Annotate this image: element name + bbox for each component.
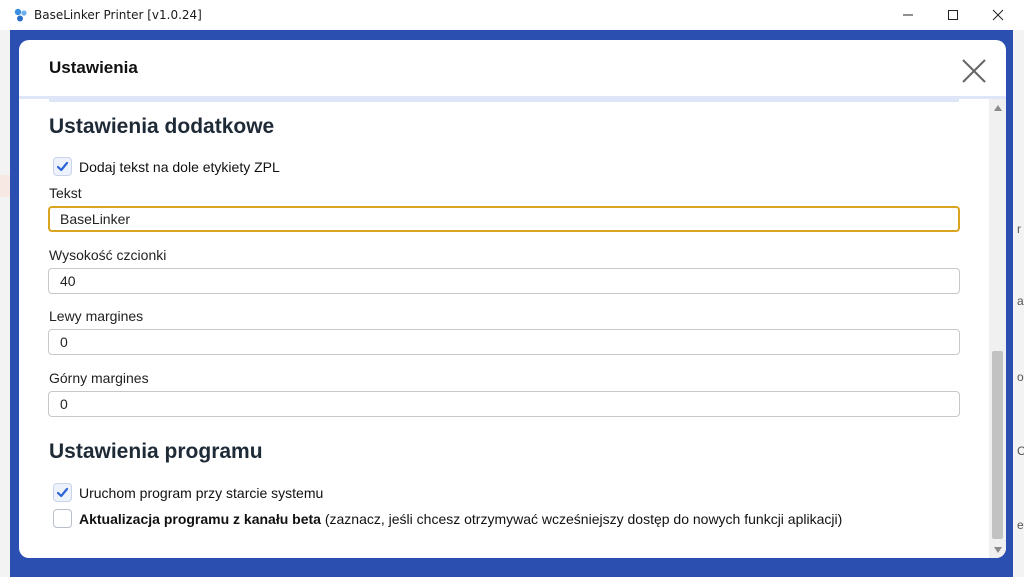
add-text-checkbox[interactable] [53,157,72,176]
beta-checkbox-label-note: (zaznacz, jeśli chcesz otrzymywać wcześn… [320,510,843,527]
scroll-down-button[interactable] [989,541,1006,558]
checkmark-icon [56,161,69,172]
top-margin-label: Górny margines [49,370,149,386]
add-text-checkbox-label: Dodaj tekst na dole etykiety ZPL [79,158,280,175]
modal-body: Ustawienia dodatkowe Dodaj tekst na dole… [19,99,989,558]
autostart-checkbox[interactable] [53,483,72,502]
minimize-icon [903,14,913,16]
maximize-icon [948,10,958,20]
font-height-label: Wysokość czcionki [49,247,167,263]
scrollbar-thumb[interactable] [992,351,1003,539]
modal-header: Ustawienia [19,40,1006,99]
edge-glyph: o [1017,370,1024,384]
beta-checkbox[interactable] [53,509,72,528]
window-title: BaseLinker Printer [v1.0.24] [34,8,202,22]
maximize-button[interactable] [930,0,976,30]
window-titlebar: BaseLinker Printer [v1.0.24] [0,0,1024,30]
scroll-up-button[interactable] [989,99,1006,116]
close-icon[interactable] [959,56,989,86]
modal-scrollbar[interactable] [989,99,1006,558]
close-window-button[interactable] [975,0,1021,30]
checkmark-icon [56,487,69,498]
edge-glyph: e [1017,518,1024,532]
close-window-icon [992,9,1004,21]
section-title-program: Ustawienia programu [49,440,263,463]
text-field[interactable] [48,206,960,232]
font-height-field[interactable] [48,268,960,294]
divider [49,99,959,102]
edge-glyph: r [1017,222,1021,236]
left-margin-field[interactable] [48,329,960,355]
background-left-edge [0,30,10,577]
chevron-up-icon [993,104,1002,111]
background-right-edge: r a o C e [1013,30,1024,577]
modal-title: Ustawienia [49,58,138,77]
background-marker [0,175,10,197]
section-title-additional: Ustawienia dodatkowe [49,115,275,138]
top-margin-field[interactable] [48,391,960,417]
beta-checkbox-label-bold: Aktualizacja programu z kanału beta [79,510,321,527]
text-field-label: Tekst [49,185,82,201]
settings-modal: Ustawienia Ustawienia dodatkowe Dodaj te… [19,40,1006,558]
chevron-down-icon [993,546,1002,553]
baselinker-app-icon [14,8,27,22]
beta-checkbox-row[interactable]: Aktualizacja programu z kanału beta (zaz… [53,509,842,528]
add-text-checkbox-row[interactable]: Dodaj tekst na dole etykiety ZPL [53,157,280,176]
left-margin-label: Lewy margines [49,308,144,324]
minimize-button[interactable] [885,0,931,30]
autostart-checkbox-row[interactable]: Uruchom program przy starcie systemu [53,483,323,502]
autostart-checkbox-label: Uruchom program przy starcie systemu [79,484,324,501]
edge-glyph: a [1017,294,1024,308]
edge-glyph: C [1017,444,1024,458]
beta-checkbox-label: Aktualizacja programu z kanału beta (zaz… [79,511,842,527]
